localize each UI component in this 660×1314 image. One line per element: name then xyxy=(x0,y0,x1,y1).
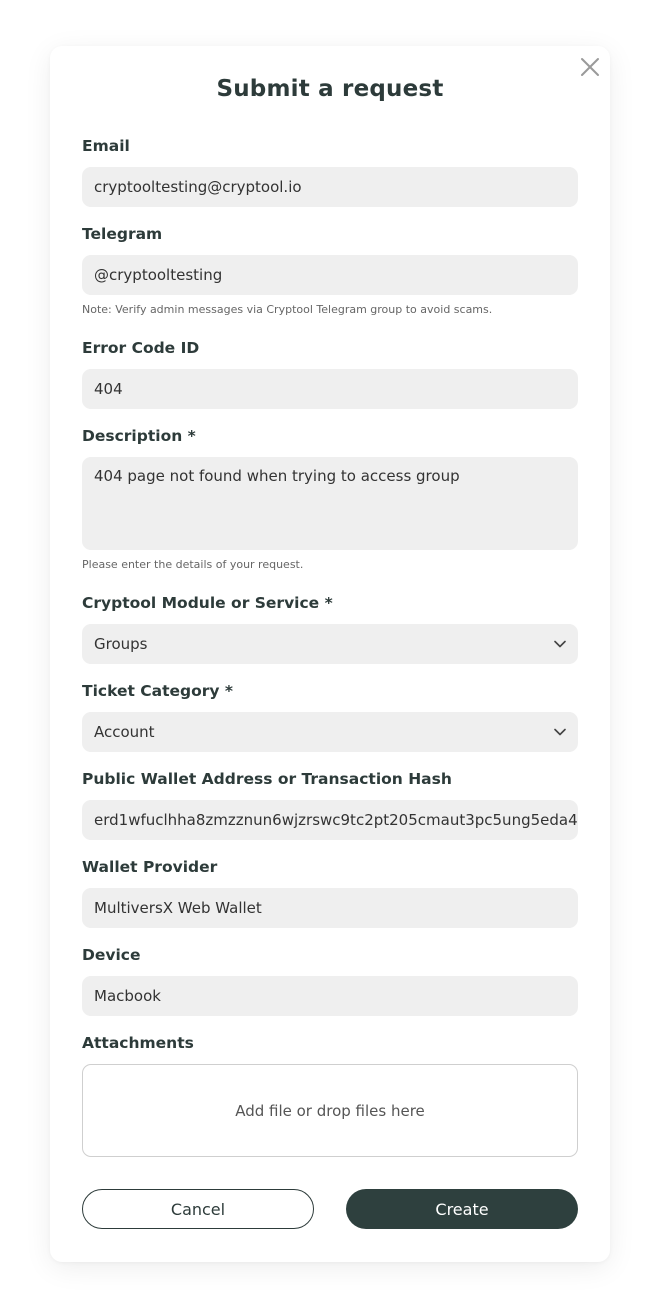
device-label: Device xyxy=(82,946,141,964)
category-select[interactable]: Account xyxy=(82,712,578,752)
email-value: cryptooltesting@cryptool.io xyxy=(94,178,302,196)
description-textarea[interactable]: 404 page not found when trying to access… xyxy=(82,457,578,550)
close-icon xyxy=(581,58,599,76)
module-selected-value: Groups xyxy=(94,635,148,653)
email-field[interactable]: cryptooltesting@cryptool.io xyxy=(82,167,578,207)
chevron-down-icon xyxy=(554,640,566,648)
description-value: 404 page not found when trying to access… xyxy=(94,467,460,485)
telegram-label: Telegram xyxy=(82,225,163,243)
category-selected-value: Account xyxy=(94,723,155,741)
wallet-address-value: erd1wfuclhha8zmzznun6wjzrswc9tc2pt205cma… xyxy=(94,811,578,829)
error-code-label: Error Code ID xyxy=(82,339,200,357)
wallet-provider-field[interactable]: MultiversX Web Wallet xyxy=(82,888,578,928)
wallet-provider-label: Wallet Provider xyxy=(82,858,218,876)
device-value: Macbook xyxy=(94,987,161,1005)
close-button[interactable] xyxy=(580,57,600,77)
create-button[interactable]: Create xyxy=(346,1189,578,1229)
error-code-value: 404 xyxy=(94,380,123,398)
category-label: Ticket Category * xyxy=(82,682,234,700)
wallet-address-label: Public Wallet Address or Transaction Has… xyxy=(82,770,452,788)
module-label: Cryptool Module or Service * xyxy=(82,594,333,612)
telegram-field[interactable]: @cryptooltesting xyxy=(82,255,578,295)
error-code-field[interactable]: 404 xyxy=(82,369,578,409)
submit-request-modal: Submit a request Email cryptooltesting@c… xyxy=(50,46,610,1262)
modal-title: Submit a request xyxy=(216,76,444,102)
cancel-button[interactable]: Cancel xyxy=(82,1189,314,1229)
attachments-label: Attachments xyxy=(82,1034,194,1052)
attachments-dropzone[interactable]: Add file or drop files here xyxy=(82,1064,578,1157)
description-hint: Please enter the details of your request… xyxy=(82,558,304,571)
description-label: Description * xyxy=(82,427,196,445)
wallet-provider-value: MultiversX Web Wallet xyxy=(94,899,262,917)
module-select[interactable]: Groups xyxy=(82,624,578,664)
email-label: Email xyxy=(82,137,130,155)
telegram-value: @cryptooltesting xyxy=(94,266,223,284)
dropzone-text: Add file or drop files here xyxy=(235,1101,425,1120)
device-field[interactable]: Macbook xyxy=(82,976,578,1016)
telegram-note: Note: Verify admin messages via Cryptool… xyxy=(82,303,493,316)
chevron-down-icon xyxy=(554,728,566,736)
wallet-address-field[interactable]: erd1wfuclhha8zmzznun6wjzrswc9tc2pt205cma… xyxy=(82,800,578,840)
